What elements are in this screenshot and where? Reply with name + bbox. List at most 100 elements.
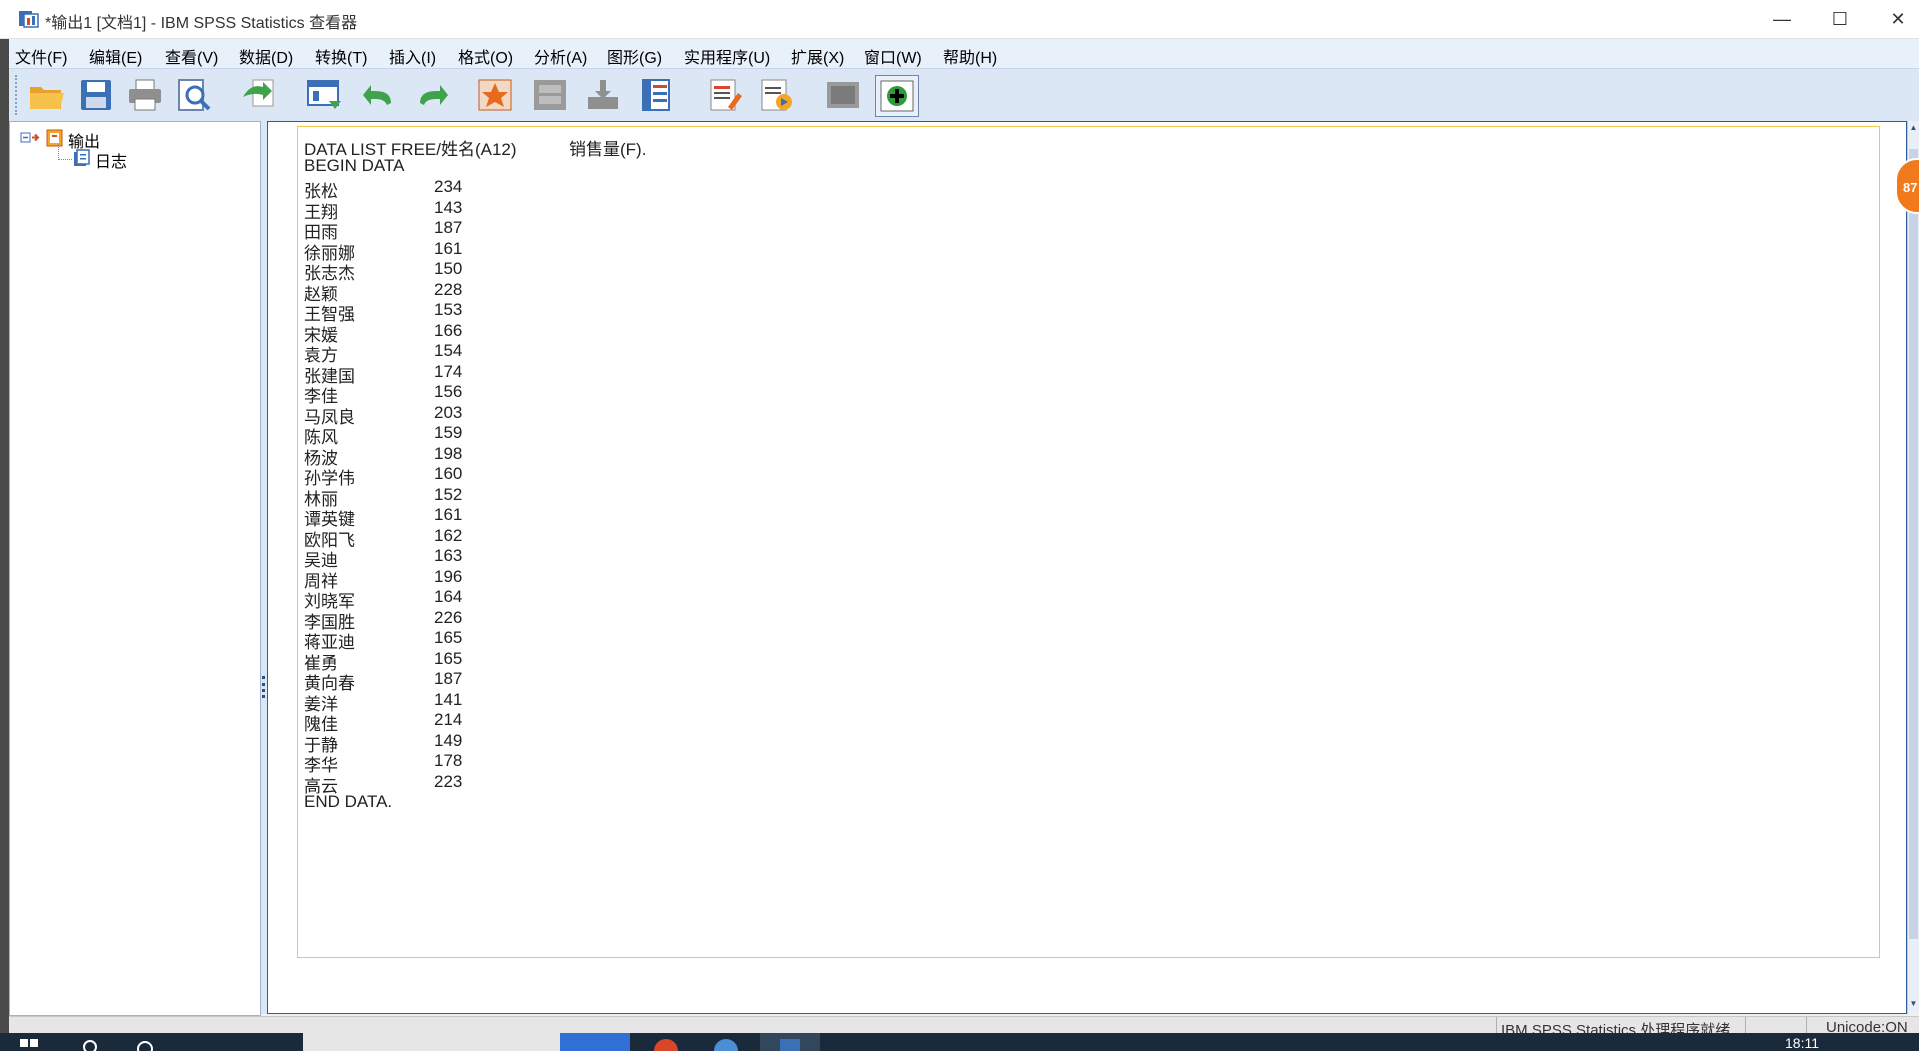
status-separator [1496,1017,1497,1034]
browser-icon[interactable] [712,1033,740,1051]
status-separator [1745,1017,1746,1034]
spss-app-icon [18,9,40,29]
designate-window-button[interactable] [875,75,919,117]
goto-data-icon [478,79,512,111]
menu-transform[interactable]: 转换(T) [315,44,367,68]
log-row-value: 174 [434,361,463,381]
undo-button[interactable] [359,75,401,115]
log-row-value: 152 [434,484,463,504]
log-row-value: 166 [434,320,463,340]
log-row-value: 149 [434,730,463,750]
log-row-value: 187 [434,669,463,688]
log-row-value: 159 [434,423,463,442]
log-command-variable: 销售量(F). [569,140,647,159]
menu-extensions[interactable]: 扩展(X) [791,44,844,68]
log-block[interactable]: DATA LIST FREE/姓名(A12) 销售量(F). BEGIN DAT… [297,126,1880,958]
export-icon [243,79,274,107]
recall-dialog-button[interactable] [303,75,345,115]
menu-data[interactable]: 数据(D) [239,44,293,68]
menu-insert[interactable]: 插入(I) [389,44,436,68]
toolbar-grip[interactable] [15,75,21,115]
create-title-button[interactable] [704,75,746,115]
status-separator [1806,1017,1807,1034]
goto-variable-button[interactable] [582,75,624,115]
log-row-value: 196 [434,566,463,586]
maximize-button[interactable]: ☐ [1811,0,1869,38]
goto-case-icon [534,80,566,110]
menu-format[interactable]: 格式(O) [458,44,513,68]
title-bar: *输出1 [文档1] - IBM SPSS Statistics 查看器 — ☐… [0,0,1919,39]
log-row-value: 187 [434,218,463,237]
redo-icon [420,85,448,105]
taskbar-clock: 18:11 [1785,1035,1819,1051]
log-row-value: 198 [434,443,463,463]
print-icon [129,79,161,111]
start-icon[interactable] [18,1033,40,1051]
vertical-scrollbar[interactable]: ▲ ▼ [1907,121,1919,1014]
minimize-button[interactable]: — [1753,0,1811,38]
goto-variable-icon [588,80,618,109]
goto-data-button[interactable] [474,75,516,115]
menu-edit[interactable]: 编辑(E) [89,44,142,68]
outline-pane: 输出 日志 [9,121,261,1016]
search-icon[interactable] [80,1033,100,1051]
variables-button[interactable] [635,75,677,115]
chrome-icon[interactable] [652,1033,680,1051]
status-processor: IBM SPSS Statistics 处理程序就绪 [1501,1022,1731,1034]
show-hide-icon [827,82,859,108]
log-row-value: 154 [434,341,463,360]
log-icon [73,148,91,172]
status-bar: IBM SPSS Statistics 处理程序就绪 Unicode:ON [9,1016,1919,1034]
export-button[interactable] [237,75,279,115]
tree-node-log[interactable]: 日志 [73,148,127,172]
menu-help[interactable]: 帮助(H) [943,44,997,68]
taskbar-spss-item[interactable] [760,1033,820,1051]
undo-icon [363,85,391,105]
goto-case-button[interactable] [529,75,571,115]
show-hide-button[interactable] [822,75,864,115]
redo-button[interactable] [410,75,452,115]
log-begin-data: BEGIN DATA [304,156,405,175]
log-row-value: 161 [434,505,463,524]
collapse-icon[interactable] [20,131,42,150]
log-row-value: 165 [434,628,463,647]
variables-icon [642,79,670,111]
menu-utilities[interactable]: 实用程序(U) [684,44,770,68]
log-row-value: 160 [434,464,463,483]
create-text-button[interactable] [755,75,797,115]
log-row-value: 163 [434,546,463,565]
print-preview-button[interactable] [173,75,215,115]
open-button[interactable] [25,75,67,115]
menu-view[interactable]: 查看(V) [165,44,218,68]
menu-analyze[interactable]: 分析(A) [534,44,587,68]
log-row-value: 141 [434,689,463,709]
tree-label-log: 日志 [95,154,128,171]
scroll-down-arrow-icon[interactable]: ▼ [1909,999,1918,1009]
recall-dialog-icon [307,80,341,109]
create-title-icon [710,79,742,111]
log-row-value: 228 [434,279,463,299]
status-unicode: Unicode:ON [1826,1019,1908,1034]
taskbar-browser-tab[interactable] [303,1033,560,1051]
cortana-icon[interactable] [135,1033,155,1051]
taskbar-search-box[interactable] [560,1033,630,1051]
output-book-icon [46,129,64,152]
close-button[interactable]: ✕ [1869,0,1919,38]
menu-graphs[interactable]: 图形(G) [607,44,662,68]
scrollbar-thumb[interactable] [1909,149,1918,939]
scroll-up-arrow-icon[interactable]: ▲ [1909,123,1918,133]
menu-file[interactable]: 文件(F) [15,44,67,68]
background-window-edge [0,0,9,1051]
log-row-value: 214 [434,710,463,729]
content-pane[interactable]: DATA LIST FREE/姓名(A12) 销售量(F). BEGIN DAT… [267,121,1907,1014]
menu-bar: 文件(F) 编辑(E) 查看(V) 数据(D) 转换(T) 插入(I) 格式(O… [9,40,1919,69]
log-row-value: 143 [434,197,463,217]
print-button[interactable] [124,75,166,115]
create-text-icon [761,79,792,111]
taskbar: 18:11 [0,1033,1919,1051]
toolbar [9,69,1919,122]
save-button[interactable] [75,75,117,115]
log-row-value: 165 [434,648,463,668]
menu-window[interactable]: 窗口(W) [864,44,922,68]
tree-connector [58,159,72,161]
